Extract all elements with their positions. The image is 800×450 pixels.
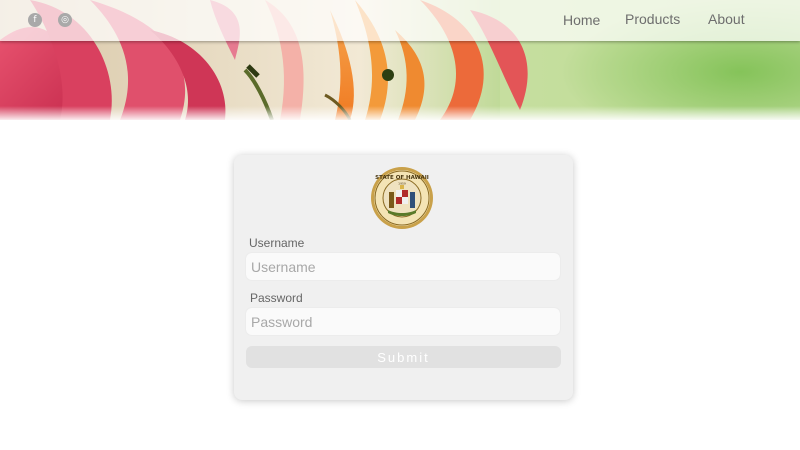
login-card: STATE OF HAWAII 1959 Username Password S… [234, 155, 573, 400]
nav-about-link[interactable]: About [708, 11, 745, 27]
username-input[interactable] [246, 253, 560, 280]
submit-button[interactable]: Submit [246, 346, 561, 368]
nav-products-link[interactable]: Products [625, 11, 680, 27]
nav-home-link[interactable]: Home [563, 12, 600, 28]
seal-text: STATE OF HAWAII [375, 175, 429, 181]
password-label: Password [250, 291, 303, 305]
instagram-icon[interactable]: ◎ [58, 13, 72, 27]
password-input[interactable] [246, 308, 560, 335]
username-label: Username [249, 236, 305, 250]
hawaii-state-seal-icon: STATE OF HAWAII 1959 [371, 167, 433, 229]
top-navbar: f ◎ Home Products About [0, 0, 800, 41]
seal-year: 1959 [398, 182, 406, 186]
facebook-icon[interactable]: f [28, 13, 42, 27]
banner-fade [0, 106, 800, 120]
